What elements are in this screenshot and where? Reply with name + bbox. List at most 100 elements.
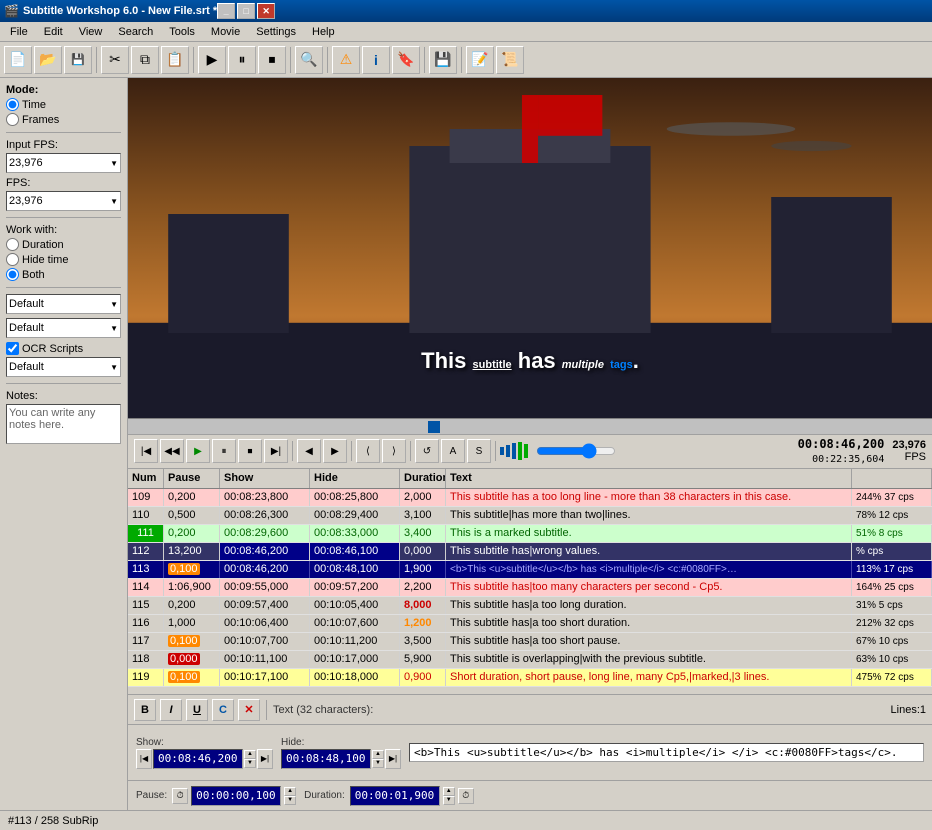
combo3[interactable]: Default ▼ <box>6 357 121 377</box>
table-row[interactable]: 117 0,100 00:10:07,700 00:10:11,200 3,50… <box>128 633 932 651</box>
work-both-radio[interactable] <box>6 268 19 281</box>
text-edit-box[interactable]: <b>This <u>subtitle</u></b> has <i>multi… <box>409 743 924 762</box>
cut-button[interactable]: ✂ <box>101 46 129 74</box>
show-go-right[interactable]: ▶| <box>257 749 273 769</box>
grid-body[interactable]: 109 0,200 00:08:23,800 00:08:25,800 2,00… <box>128 489 932 695</box>
table-row[interactable]: 110 0,500 00:08:26,300 00:08:29,400 3,10… <box>128 507 932 525</box>
trans-play[interactable]: ▶ <box>186 439 210 463</box>
menu-help[interactable]: Help <box>304 24 343 40</box>
save-button[interactable]: 💾 <box>64 46 92 74</box>
pause-badge-113: 0,100 <box>168 563 200 575</box>
delete-tag-button[interactable]: ✕ <box>238 699 260 721</box>
script2-button[interactable]: 📜 <box>496 46 524 74</box>
menu-movie[interactable]: Movie <box>203 24 248 40</box>
work-duration-radio[interactable] <box>6 238 19 251</box>
show-spin-down[interactable]: ▼ <box>244 759 256 768</box>
hide-timecode[interactable]: 00:08:48,100 <box>281 749 371 769</box>
hide-go-right[interactable]: ▶| <box>385 749 401 769</box>
menu-tools[interactable]: Tools <box>161 24 203 40</box>
duration-timecode[interactable]: 00:00:01,900 <box>350 786 440 806</box>
seek-thumb[interactable] <box>428 421 440 433</box>
hide-spin-up[interactable]: ▲ <box>372 750 384 759</box>
duration-spin-down[interactable]: ▼ <box>443 796 455 805</box>
menu-settings[interactable]: Settings <box>248 24 304 40</box>
export-button[interactable]: 💾 <box>429 46 457 74</box>
duration-clock-icon[interactable]: ⏱ <box>458 788 474 804</box>
pause-btn[interactable]: ⏸ <box>228 46 256 74</box>
table-row[interactable]: 112 13,200 00:08:46,200 00:08:46,100 0,0… <box>128 543 932 561</box>
seekbar[interactable] <box>128 418 932 434</box>
trans-frame-back[interactable]: ◀ <box>297 439 321 463</box>
close-button[interactable]: ✕ <box>257 3 275 19</box>
notes-box[interactable]: You can write any notes here. <box>6 404 121 444</box>
open-button[interactable]: 📂 <box>34 46 62 74</box>
table-row[interactable]: 113 0,100 00:08:46,200 00:08:48,100 1,90… <box>128 561 932 579</box>
trans-mark-out[interactable]: ⟩ <box>382 439 406 463</box>
left-panel: Mode: Time Frames Input FPS: 23,976 ▼ FP… <box>0 78 128 810</box>
trans-frame-fwd[interactable]: ▶ <box>323 439 347 463</box>
copy-button[interactable]: ⧉ <box>131 46 159 74</box>
trans-sel[interactable]: S <box>467 439 491 463</box>
trans-prev-sub[interactable]: |◀ <box>134 439 158 463</box>
trans-stop[interactable]: ⏹ <box>238 439 262 463</box>
trans-play-back[interactable]: ◀◀ <box>160 439 184 463</box>
italic-button[interactable]: I <box>160 699 182 721</box>
minimize-button[interactable]: _ <box>217 3 235 19</box>
table-row[interactable]: 118 0,000 00:10:11,100 00:10:17,000 5,90… <box>128 651 932 669</box>
table-row[interactable]: 119 0,100 00:10:17,100 00:10:18,000 0,90… <box>128 669 932 687</box>
new-button[interactable]: 📄 <box>4 46 32 74</box>
table-row[interactable]: 116 1,000 00:10:06,400 00:10:07,600 1,20… <box>128 615 932 633</box>
row-text-112: This subtitle has|wrong values. <box>446 543 852 560</box>
table-row[interactable]: 111 0,200 00:08:29,600 00:08:33,000 3,40… <box>128 525 932 543</box>
volume-slider[interactable] <box>536 444 616 458</box>
mode-frames-radio[interactable] <box>6 113 19 126</box>
menu-file[interactable]: File <box>2 24 36 40</box>
maximize-button[interactable]: □ <box>237 3 255 19</box>
paste-button[interactable]: 📋 <box>161 46 189 74</box>
row-text-113: <b>This <u>subtitle</u></b> has <i>multi… <box>446 561 852 578</box>
pause-clock-icon[interactable]: ⏱ <box>172 788 188 804</box>
input-fps-combo[interactable]: 23,976 ▼ <box>6 153 121 173</box>
mode-time-radio[interactable] <box>6 98 19 111</box>
play-button[interactable]: ▶ <box>198 46 226 74</box>
show-timecode[interactable]: 00:08:46,200 <box>153 749 243 769</box>
underline-button[interactable]: U <box>186 699 208 721</box>
pause-spin-down[interactable]: ▼ <box>284 796 296 805</box>
pause-spin-up[interactable]: ▲ <box>284 787 296 796</box>
hide-spin-down[interactable]: ▼ <box>372 759 384 768</box>
find-button[interactable]: 🔍 <box>295 46 323 74</box>
trans-pause[interactable]: ⏸ <box>212 439 236 463</box>
table-row[interactable]: 114 1:06,900 00:09:55,000 00:09:57,200 2… <box>128 579 932 597</box>
show-spin-up[interactable]: ▲ <box>244 750 256 759</box>
trans-auto[interactable]: A <box>441 439 465 463</box>
row-text-111: This is a marked subtitle. <box>446 525 852 542</box>
video-screen: This subtitle has multiple tags. <box>128 78 932 418</box>
table-row[interactable]: 109 0,200 00:08:23,800 00:08:25,800 2,00… <box>128 489 932 507</box>
menu-search[interactable]: Search <box>110 24 161 40</box>
work-hide-radio[interactable] <box>6 253 19 266</box>
info-button[interactable]: i <box>362 46 390 74</box>
stop-btn[interactable]: ⏹ <box>258 46 286 74</box>
hide-spin: ▲ ▼ <box>372 750 384 768</box>
menu-view[interactable]: View <box>71 24 111 40</box>
color-button[interactable]: C <box>212 699 234 721</box>
trans-next-sub[interactable]: ▶| <box>264 439 288 463</box>
table-row[interactable]: 115 0,200 00:09:57,400 00:10:05,400 8,00… <box>128 597 932 615</box>
pause-timecode[interactable]: 00:00:00,100 <box>191 786 281 806</box>
row-hide-117: 00:10:11,200 <box>310 633 400 650</box>
combo2[interactable]: Default ▼ <box>6 318 121 338</box>
bold-button[interactable]: B <box>134 699 156 721</box>
warn-button[interactable]: ⚠ <box>332 46 360 74</box>
duration-spin-up[interactable]: ▲ <box>443 787 455 796</box>
trans-mark-in[interactable]: ⟨ <box>356 439 380 463</box>
bookmark-button[interactable]: 🔖 <box>392 46 420 74</box>
show-input-group: |◀ 00:08:46,200 ▲ ▼ ▶| <box>136 749 273 769</box>
menu-edit[interactable]: Edit <box>36 24 71 40</box>
combo1[interactable]: Default ▼ <box>6 294 121 314</box>
fps-combo[interactable]: 23,976 ▼ <box>6 191 121 211</box>
col-text: Text <box>446 469 852 488</box>
ocr-checkbox[interactable] <box>6 342 19 355</box>
show-go-left[interactable]: |◀ <box>136 749 152 769</box>
script-button[interactable]: 📝 <box>466 46 494 74</box>
trans-loop[interactable]: ↺ <box>415 439 439 463</box>
